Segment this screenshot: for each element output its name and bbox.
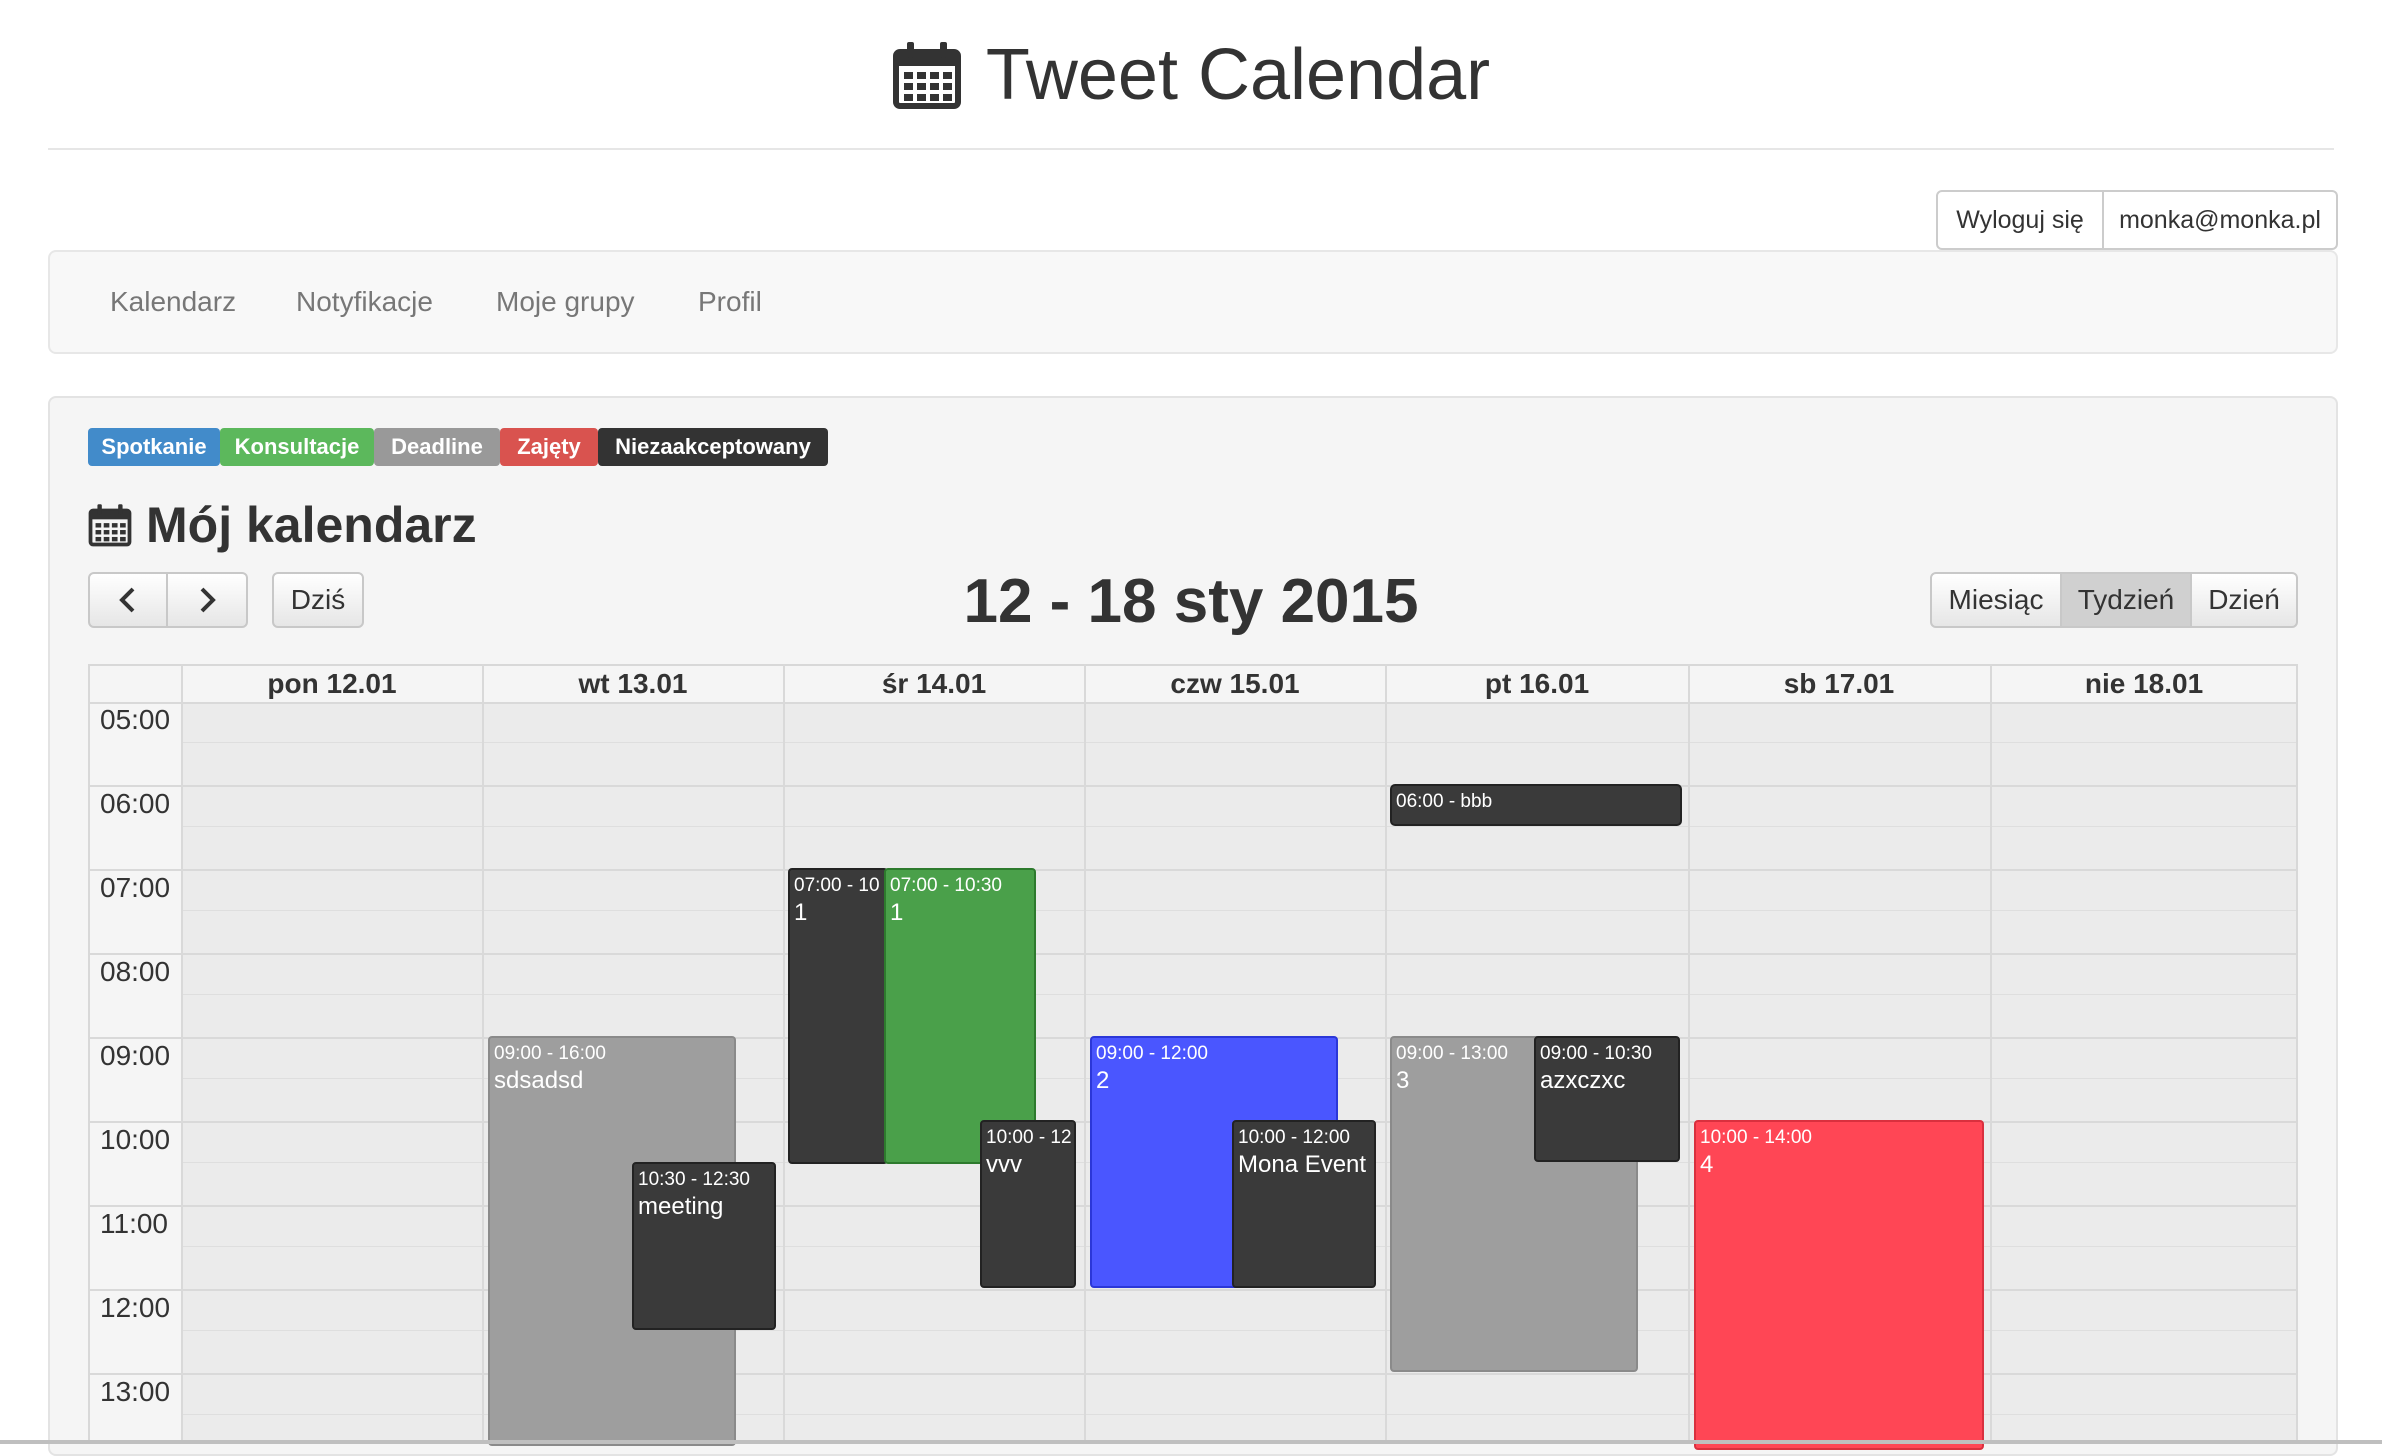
time-label: 09:00 <box>100 1040 171 1071</box>
day-header-tue: wt 13.01 <box>578 668 688 699</box>
event-time: 10:30 - 12:30 <box>638 1169 750 1190</box>
time-label: 13:00 <box>100 1376 171 1407</box>
event-time: 10:00 - 12:00 <box>1238 1127 1350 1148</box>
grid-line <box>90 869 2296 871</box>
section-title: Mój kalendarz <box>88 490 477 560</box>
calendar-event[interactable]: 10:30 - 12:30 meeting <box>632 1162 776 1330</box>
legend-deadline: Deadline <box>374 428 500 466</box>
event-title: 1 <box>794 899 808 926</box>
view-month-button[interactable]: Miesiąc <box>1930 572 2062 628</box>
legend-niezaakceptowany: Niezaakceptowany <box>598 428 828 466</box>
time-label: 12:00 <box>100 1292 171 1323</box>
calendar-event[interactable]: 10:00 - 14:00 4 <box>1694 1120 1984 1450</box>
time-label: 11:00 <box>100 1208 168 1239</box>
event-time: 09:00 - 12:00 <box>1096 1043 1208 1064</box>
user-email-button[interactable]: monka@monka.pl <box>2104 190 2338 250</box>
header-divider <box>48 148 2334 150</box>
grid-line <box>90 785 2296 787</box>
event-title: sdsadsd <box>494 1067 584 1094</box>
event-title: 1 <box>890 899 904 926</box>
grid-col-line <box>1385 664 1387 1444</box>
time-label: 10:00 <box>100 1124 171 1155</box>
grid-half-line <box>182 994 2296 995</box>
view-day-button[interactable]: Dzień <box>2192 572 2298 628</box>
event-time: 09:00 - 16:00 <box>494 1043 606 1064</box>
day-header-thu: czw 15.01 <box>1170 668 1300 699</box>
grid-half-line <box>182 910 2296 911</box>
legend-konsultacje: Konsultacje <box>220 428 374 466</box>
view-week-button[interactable]: Tydzień <box>2062 572 2192 628</box>
bottom-edge <box>0 1440 2382 1444</box>
event-title: vvv <box>986 1151 1022 1178</box>
event-time: 06:00 - bbb <box>1396 791 1493 812</box>
grid-col-line <box>181 664 183 1444</box>
legend-zajety: Zajęty <box>500 428 598 466</box>
event-time: 09:00 - 10:30 <box>1540 1043 1652 1064</box>
grid-half-line <box>182 826 2296 827</box>
time-label: 08:00 <box>100 956 171 987</box>
calendar-icon <box>88 504 132 547</box>
nav-item-moje-grupy[interactable]: Moje grupy <box>496 286 635 318</box>
grid-line <box>90 953 2296 955</box>
logout-button[interactable]: Wyloguj się <box>1936 190 2104 250</box>
event-time: 07:00 - 10 <box>794 875 880 896</box>
day-header-sun: nie 18.01 <box>2084 668 2204 699</box>
nav-item-kalendarz[interactable]: Kalendarz <box>110 286 236 318</box>
grid-col-line <box>482 664 484 1444</box>
calendar-event[interactable]: 09:00 - 10:30 azxczxc <box>1534 1036 1680 1162</box>
day-header-wed: śr 14.01 <box>881 668 987 699</box>
event-time: 10:00 - 12 <box>986 1127 1072 1148</box>
grid-col-line <box>783 664 785 1444</box>
calendar-icon <box>892 42 961 109</box>
app-title: Tweet Calendar <box>0 20 2382 130</box>
event-title: 4 <box>1700 1151 1714 1178</box>
time-label: 05:00 <box>100 704 171 735</box>
event-title: 2 <box>1096 1067 1110 1094</box>
time-label: 07:00 <box>100 872 171 903</box>
nav-item-profil[interactable]: Profil <box>698 286 762 318</box>
calendar-event[interactable]: 10:00 - 12 vvv <box>980 1120 1076 1288</box>
day-header-mon: pon 12.01 <box>267 668 397 699</box>
calendar-event[interactable]: 06:00 - bbb <box>1390 784 1682 826</box>
app-title-text: Tweet Calendar <box>985 35 1491 115</box>
section-title-text: Mój kalendarz <box>146 497 477 553</box>
time-label: 06:00 <box>100 788 171 819</box>
event-title: azxczxc <box>1540 1067 1626 1094</box>
grid-col-line <box>1084 664 1086 1444</box>
day-header-fri: pt 16.01 <box>1484 668 1590 699</box>
calendar-event[interactable]: 10:00 - 12:00 Mona Event <box>1232 1120 1376 1288</box>
event-title: meeting <box>638 1193 724 1220</box>
grid-half-line <box>182 742 2296 743</box>
day-header-sat: sb 17.01 <box>1783 668 1895 699</box>
grid-col-line <box>1688 664 1690 1444</box>
calendar-event[interactable]: 07:00 - 10 1 <box>788 868 888 1164</box>
event-time: 07:00 - 10:30 <box>890 875 1002 896</box>
nav-item-notyfikacje[interactable]: Notyfikacje <box>296 286 433 318</box>
legend-spotkanie: Spotkanie <box>88 428 220 466</box>
event-title: Mona Event <box>1238 1151 1367 1178</box>
grid-col-line <box>1990 664 1992 1444</box>
event-time: 10:00 - 14:00 <box>1700 1127 1812 1148</box>
